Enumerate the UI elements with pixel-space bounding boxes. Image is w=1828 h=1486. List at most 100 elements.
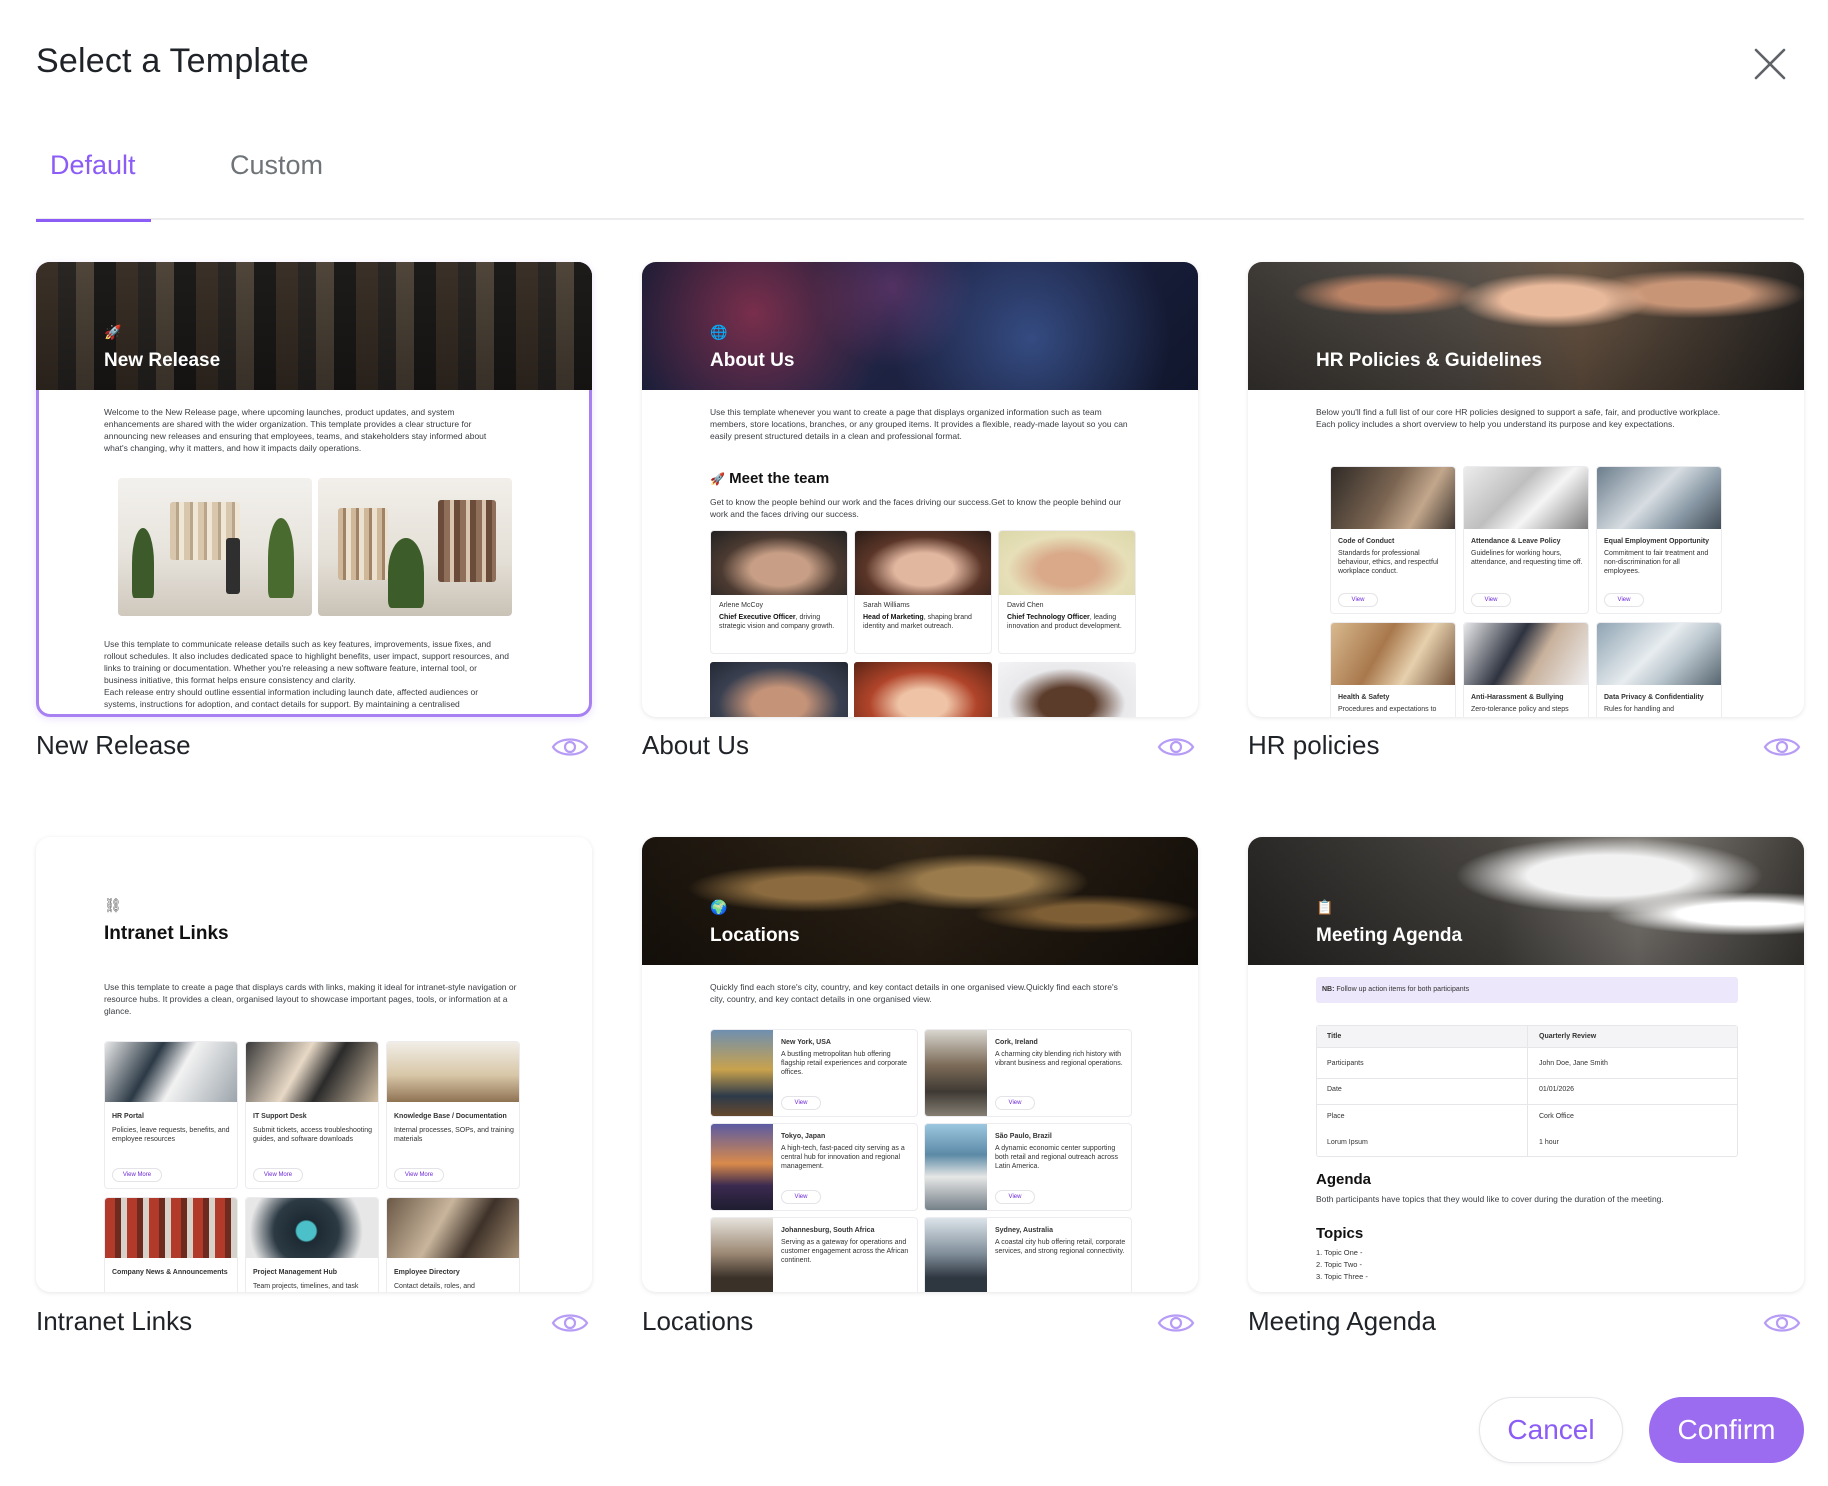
view-more-button[interactable]: View More: [253, 1168, 303, 1182]
store-photo: [118, 478, 312, 616]
location-photo: [711, 1030, 773, 1116]
view-button[interactable]: View: [1471, 593, 1511, 607]
policy-desc: Commitment to fair treatment and non-dis…: [1604, 550, 1709, 575]
person-card: Arlene McCoy Chief Executive Officer, dr…: [710, 530, 848, 654]
rocket-icon: 🚀: [710, 472, 725, 486]
template-name: About Us: [642, 730, 749, 760]
location-photo: [925, 1124, 987, 1210]
globe-icon: 🌍: [710, 899, 728, 915]
preview-button[interactable]: [1763, 734, 1801, 760]
topic-label: Topic Three -: [1324, 1272, 1368, 1281]
link-card: Company News & Announcements: [104, 1197, 238, 1292]
preview-button[interactable]: [1157, 734, 1195, 760]
body-text-2: Each release entry should outline essent…: [104, 687, 479, 709]
template-card-hr-policies[interactable]: HR Policies & Guidelines Below you'll fi…: [1248, 262, 1804, 717]
template-card-new-release[interactable]: 🚀 New Release Welcome to the New Release…: [36, 262, 592, 717]
template-card-locations[interactable]: 🌍 Locations Quickly find each store's ci…: [642, 837, 1198, 1292]
link-desc: Internal processes, SOPs, and training m…: [394, 1127, 514, 1143]
view-button[interactable]: View: [781, 1190, 821, 1204]
template-card-about-us[interactable]: 🌐 About Us Use this template whenever yo…: [642, 262, 1198, 717]
link-desc: Submit tickets, access troubleshooting g…: [253, 1127, 373, 1143]
person-role: Chief Executive Officer: [719, 614, 796, 621]
link-photo: [387, 1198, 519, 1258]
view-button[interactable]: View: [995, 1190, 1035, 1204]
hero-title: Meeting Agenda: [1316, 925, 1463, 946]
topic-label: Topic Two -: [1324, 1260, 1362, 1269]
location-photo: [925, 1218, 987, 1292]
section-heading: 🚀 Meet the team: [710, 470, 829, 487]
person-role: Chief Technology Officer: [1007, 614, 1090, 621]
policy-photo: [1597, 623, 1721, 685]
topics-title: Topics: [1316, 1225, 1364, 1242]
link-icon: ⛓: [104, 897, 122, 913]
location-card: Tokyo, Japan A high-tech, fast-paced cit…: [710, 1123, 918, 1211]
policy-title: Data Privacy & Confidentiality: [1604, 694, 1704, 701]
person-card: David Chen Chief Technology Officer, lea…: [998, 530, 1136, 654]
person-name: Sarah Williams: [863, 602, 910, 609]
policy-photo: [1464, 467, 1588, 529]
modal-title: Select a Template: [36, 42, 310, 80]
location-photo: [925, 1030, 987, 1116]
location-title: Tokyo, Japan: [781, 1133, 826, 1140]
section-text: Get to know the people behind our work a…: [710, 497, 1122, 519]
person-card: Sarah Williams Head of Marketing, shapin…: [854, 530, 992, 654]
table-cell: Date: [1327, 1086, 1342, 1093]
avatar: [998, 662, 1136, 717]
link-card: Project Management Hub Team projects, ti…: [245, 1197, 379, 1292]
intro-text: Quickly find each store's city, country,…: [710, 982, 1118, 1004]
preview-button[interactable]: [551, 734, 589, 760]
intro-text: Use this template to create a page that …: [104, 982, 517, 1016]
person-role: Head of Marketing: [863, 614, 924, 621]
policy-desc: Guidelines for working hours, attendance…: [1471, 550, 1583, 566]
page-heading: Intranet Links: [104, 923, 229, 944]
view-button[interactable]: View: [781, 1096, 821, 1110]
template-name: HR policies: [1248, 730, 1380, 760]
avatar: [854, 662, 992, 717]
eye-icon: [1763, 738, 1801, 756]
template-name: Locations: [642, 1306, 754, 1336]
location-card: Cork, Ireland A charming city blending r…: [924, 1029, 1132, 1117]
body-text: Use this template to communicate release…: [104, 639, 509, 685]
cancel-button[interactable]: Cancel: [1479, 1397, 1623, 1463]
policy-desc: Procedures and expectations to: [1338, 706, 1437, 713]
tab-custom[interactable]: Custom: [216, 150, 336, 220]
policy-desc: Standards for professional behaviour, et…: [1338, 550, 1439, 575]
table-cell: Quarterly Review: [1539, 1033, 1597, 1040]
link-photo: [387, 1042, 519, 1102]
link-title: Project Management Hub: [253, 1269, 338, 1276]
table-cell: Place: [1327, 1113, 1345, 1120]
location-desc: Serving as a gateway for operations and …: [781, 1239, 909, 1264]
table-cell: Cork Office: [1539, 1113, 1574, 1120]
topic-label: Topic One -: [1324, 1248, 1363, 1257]
note-text: Follow up action items for both particip…: [1334, 986, 1470, 993]
view-button[interactable]: View: [995, 1096, 1035, 1110]
policy-title: Equal Employment Opportunity: [1604, 538, 1710, 545]
view-button[interactable]: View: [1338, 593, 1378, 607]
preview-button[interactable]: [1157, 1310, 1195, 1336]
table-cell: Title: [1327, 1033, 1342, 1040]
tab-default[interactable]: Default: [36, 150, 151, 222]
avatar: [999, 531, 1135, 595]
table-cell: John Doe, Jane Smith: [1539, 1060, 1608, 1067]
location-desc: A dynamic economic center supporting bot…: [995, 1145, 1118, 1170]
location-desc: A coastal city hub offering retail, corp…: [995, 1239, 1126, 1255]
agenda-text: Both participants have topics that they …: [1316, 1194, 1664, 1204]
link-title: Employee Directory: [394, 1269, 460, 1276]
view-button[interactable]: View: [1604, 593, 1644, 607]
policy-desc: Rules for handling and: [1604, 706, 1675, 713]
globe-icon: 🌐: [710, 324, 728, 340]
view-more-button[interactable]: View More: [112, 1168, 162, 1182]
close-button[interactable]: [1750, 44, 1790, 84]
policy-card: Code of Conduct Standards for profession…: [1330, 466, 1456, 614]
hero-title: HR Policies & Guidelines: [1316, 350, 1542, 371]
template-name: New Release: [36, 730, 191, 760]
view-more-button[interactable]: View More: [394, 1168, 444, 1182]
confirm-button[interactable]: Confirm: [1649, 1397, 1804, 1463]
preview-button[interactable]: [1763, 1310, 1801, 1336]
template-card-meeting-agenda[interactable]: 📋 Meeting Agenda NB: Follow up action it…: [1248, 837, 1804, 1292]
link-title: HR Portal: [112, 1113, 144, 1120]
link-title: Company News & Announcements: [112, 1269, 228, 1276]
template-card-intranet-links[interactable]: ⛓ Intranet Links Use this template to cr…: [36, 837, 592, 1292]
preview-button[interactable]: [551, 1310, 589, 1336]
person-name: Arlene McCoy: [719, 602, 763, 609]
